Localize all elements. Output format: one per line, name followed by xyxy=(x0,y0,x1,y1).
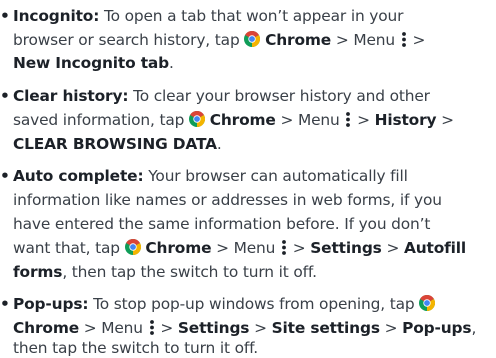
help-page: • Incognito: To open a tab that won’t ap… xyxy=(0,0,496,358)
bullet: • xyxy=(0,167,10,185)
chrome-label: Chrome xyxy=(209,111,276,129)
line: information like names or addresses in w… xyxy=(13,191,442,209)
bullet: • xyxy=(0,7,10,25)
target-settings: Settings xyxy=(310,239,382,257)
term-auto-complete: Auto complete: xyxy=(13,167,144,185)
target-new-incognito-tab: New Incognito tab xyxy=(13,54,170,72)
chrome-icon xyxy=(419,295,435,311)
target-settings: Settings xyxy=(177,319,250,337)
target-history: History xyxy=(374,111,437,129)
line: • Auto complete: Your browser can automa… xyxy=(0,167,408,185)
chrome-label: Chrome xyxy=(265,31,332,49)
target-forms: forms xyxy=(13,263,63,281)
line: browser or search history, tap Chrome > … xyxy=(13,31,426,49)
target-site-settings: Site settings xyxy=(271,319,380,337)
term-incognito: Incognito: xyxy=(13,7,100,25)
target-autofill: Autofill xyxy=(403,239,467,257)
chrome-icon xyxy=(125,239,141,255)
line: saved information, tap Chrome > Menu > H… xyxy=(13,111,454,129)
menu-dots-icon xyxy=(401,31,407,47)
chrome-icon xyxy=(189,111,205,127)
line: Chrome > Menu > Settings > Site settings… xyxy=(13,319,477,337)
line: have entered the same information before… xyxy=(13,215,431,233)
menu-dots-icon xyxy=(345,111,351,127)
line: • Incognito: To open a tab that won’t ap… xyxy=(0,7,404,25)
line: then tap the switch to turn it off. xyxy=(13,339,259,357)
chrome-label: Chrome xyxy=(13,319,79,337)
bullet: • xyxy=(0,87,10,105)
line: • Pop-ups: To stop pop-up windows from o… xyxy=(0,294,435,314)
term-clear-history: Clear history: xyxy=(13,87,129,105)
line: New Incognito tab. xyxy=(13,54,174,72)
bullet: • xyxy=(0,295,10,313)
chrome-icon xyxy=(244,31,260,47)
line: CLEAR BROWSING DATA. xyxy=(13,135,222,153)
target-pop-ups: Pop-ups xyxy=(402,319,472,337)
line: want that, tap Chrome > Menu > Settings … xyxy=(13,239,467,257)
line: forms, then tap the switch to turn it of… xyxy=(13,263,317,281)
chrome-label: Chrome xyxy=(145,239,212,257)
menu-dots-icon xyxy=(281,239,287,255)
target-clear-browsing-data: CLEAR BROWSING DATA xyxy=(13,135,217,153)
menu-dots-icon xyxy=(149,319,155,335)
term-pop-ups: Pop-ups: xyxy=(13,295,89,313)
line: • Clear history: To clear your browser h… xyxy=(0,87,430,105)
